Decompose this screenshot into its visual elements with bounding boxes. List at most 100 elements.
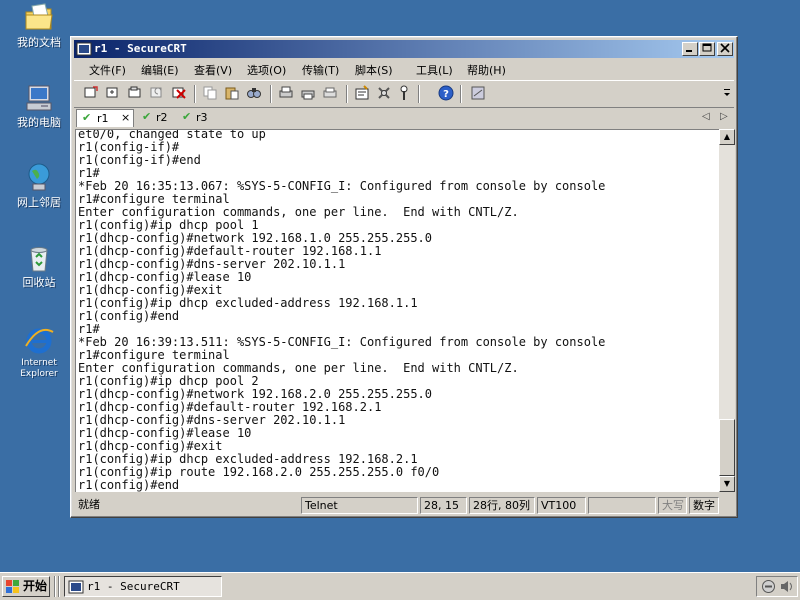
- menu-view[interactable]: 查看(V): [194, 62, 232, 78]
- arrow-up-icon: ▲: [723, 132, 731, 141]
- desktop-icon-network[interactable]: 网上邻居: [8, 162, 70, 209]
- terminal-line: r1(config-if)#: [78, 140, 180, 154]
- network-status-icon[interactable]: [761, 579, 776, 594]
- connected-check-icon: ✔: [82, 111, 92, 124]
- desktop-icon-recycle-bin[interactable]: 回收站: [8, 242, 70, 289]
- toolbar-separator: [270, 85, 272, 103]
- terminal-line: r1(dhcp-config)#exit: [78, 283, 223, 297]
- toolbar-overflow-icon[interactable]: [722, 87, 732, 97]
- disconnect-icon[interactable]: [171, 85, 187, 101]
- toolbar-separator: [346, 85, 348, 103]
- menu-options[interactable]: 选项(O): [247, 62, 286, 78]
- status-cursor-position: 28, 15: [420, 497, 467, 514]
- folder-documents-icon: [25, 3, 53, 30]
- system-tray: [756, 576, 798, 597]
- session-options-icon[interactable]: [354, 85, 370, 101]
- status-empty: [588, 497, 656, 514]
- taskbar-button-securecrt[interactable]: r1 - SecureCRT: [64, 576, 222, 597]
- maximize-button[interactable]: [699, 42, 715, 56]
- tab-scroll-right-icon[interactable]: ▷: [720, 111, 728, 122]
- connect-tab-icon[interactable]: [127, 85, 143, 101]
- paste-icon[interactable]: [224, 85, 240, 101]
- reconnect-icon[interactable]: [149, 85, 165, 101]
- volume-icon[interactable]: [779, 579, 794, 594]
- toolbar-separator: [194, 85, 196, 103]
- terminal-line: r1(dhcp-config)#lease 10: [78, 426, 252, 440]
- close-button[interactable]: [717, 42, 733, 56]
- keymap-icon[interactable]: [396, 85, 412, 101]
- window-title: r1 - SecureCRT: [94, 42, 187, 55]
- menu-edit[interactable]: 编辑(E): [141, 62, 179, 78]
- title-bar[interactable]: r1 - SecureCRT: [74, 40, 734, 58]
- terminal-line: r1(dhcp-config)#network 192.168.2.0 255.…: [78, 387, 433, 401]
- menu-tools[interactable]: 工具(L): [416, 62, 453, 78]
- menu-file[interactable]: 文件(F): [89, 62, 126, 78]
- desktop-icon-my-computer[interactable]: 我的电脑: [8, 82, 70, 129]
- tab-label: r3: [196, 111, 208, 124]
- connected-check-icon: ✔: [142, 110, 152, 123]
- minimize-button[interactable]: [682, 42, 698, 56]
- terminal-line: r1(config)#ip dhcp excluded-address 192.…: [78, 296, 418, 310]
- terminal-line: *Feb 20 16:39:13.511: %SYS-5-CONFIG_I: C…: [78, 335, 606, 349]
- status-caps-lock: 大写: [658, 497, 687, 514]
- print-icon[interactable]: [322, 85, 338, 101]
- desktop-icon-label: Internet Explorer: [20, 358, 58, 379]
- terminal-output: et0/0, changed state to up r1(config-if)…: [78, 130, 606, 492]
- desktop-icon-label: 我的电脑: [17, 116, 61, 129]
- desktop-icon-my-documents[interactable]: 我的文档: [8, 2, 70, 49]
- terminal-line: Enter configuration commands, one per li…: [78, 361, 519, 375]
- toolbar-separator: [418, 85, 420, 103]
- copy-icon[interactable]: [202, 85, 218, 101]
- desktop-icon-label: 网上邻居: [17, 196, 61, 209]
- terminal-line: r1#configure terminal: [78, 192, 230, 206]
- global-options-icon[interactable]: [376, 85, 392, 101]
- svg-text:?: ?: [443, 89, 449, 100]
- status-ready: 就绪: [78, 498, 100, 511]
- terminal-line: r1(dhcp-config)#default-router 192.168.1…: [78, 244, 382, 258]
- taskbar-separator: [58, 576, 60, 597]
- ie-icon: [25, 328, 54, 354]
- tab-close-icon[interactable]: ×: [121, 111, 130, 124]
- close-icon: [720, 43, 730, 53]
- menu-transfer[interactable]: 传输(T): [302, 62, 339, 78]
- terminal-line: r1(config)#ip dhcp pool 2: [78, 374, 259, 388]
- tab-r2[interactable]: ✔ r2: [140, 109, 174, 127]
- terminal-line: r1(dhcp-config)#network 192.168.1.0 255.…: [78, 231, 433, 245]
- terminal-line: r1(dhcp-config)#default-router 192.168.2…: [78, 400, 382, 414]
- menu-script[interactable]: 脚本(S): [355, 62, 393, 78]
- terminal-line: r1#: [78, 322, 100, 336]
- minimize-icon: [686, 50, 692, 52]
- scroll-down-button[interactable]: ▼: [719, 476, 735, 492]
- sftp-icon[interactable]: [470, 85, 486, 101]
- print-selection-icon[interactable]: [300, 85, 316, 101]
- help-icon[interactable]: ?: [438, 85, 454, 101]
- connect-icon[interactable]: [83, 85, 99, 101]
- arrow-down-icon: ▼: [723, 479, 731, 488]
- scroll-thumb[interactable]: [719, 419, 735, 476]
- status-bar: 就绪 Telnet 28, 15 28行, 80列 VT100 大写 数字: [74, 496, 734, 516]
- start-button[interactable]: 开始: [2, 576, 50, 597]
- terminal-line: r1(config)#ip dhcp excluded-address 192.…: [78, 452, 418, 466]
- scroll-up-button[interactable]: ▲: [719, 129, 735, 145]
- tab-scroll-left-icon[interactable]: ◁: [702, 111, 710, 122]
- computer-icon: [26, 85, 52, 111]
- menu-help[interactable]: 帮助(H): [467, 62, 506, 78]
- terminal-line: r1(config)#ip route 192.168.2.0 255.255.…: [78, 465, 440, 479]
- securecrt-app-icon: [76, 42, 92, 56]
- terminal-line: r1(config)#ip dhcp pool 1: [78, 218, 259, 232]
- taskbar: 开始 r1 - SecureCRT: [0, 572, 800, 600]
- quick-connect-icon[interactable]: [105, 85, 121, 101]
- find-icon[interactable]: [246, 85, 262, 101]
- status-emulation: VT100: [537, 497, 586, 514]
- terminal-line: r1(dhcp-config)#dns-server 202.10.1.1: [78, 413, 346, 427]
- session-tab-bar: ✔ r1 × ✔ r2 ✔ r3 ◁ ▷: [74, 108, 734, 128]
- print-screen-icon[interactable]: [278, 85, 294, 101]
- terminal-area[interactable]: et0/0, changed state to up r1(config-if)…: [75, 129, 719, 492]
- maximize-icon: [702, 43, 712, 52]
- tab-r1[interactable]: ✔ r1 ×: [76, 109, 134, 127]
- taskbar-separator: [54, 576, 56, 597]
- terminal-scrollbar[interactable]: ▲ ▼: [719, 129, 735, 492]
- desktop-icon-internet-explorer[interactable]: Internet Explorer: [8, 324, 70, 380]
- terminal-line: r1#configure terminal: [78, 348, 230, 362]
- tab-r3[interactable]: ✔ r3: [180, 109, 214, 127]
